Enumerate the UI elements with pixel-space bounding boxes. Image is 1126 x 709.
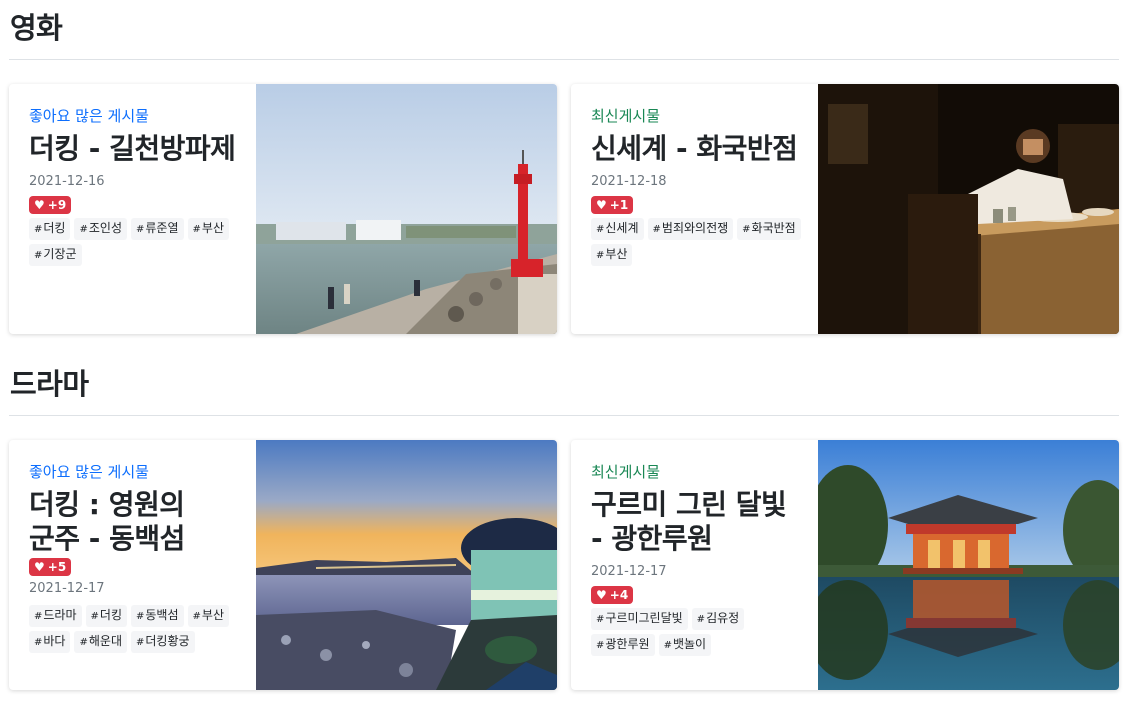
category-label: 좋아요 많은 게시물 xyxy=(29,463,149,481)
heart-icon: ♥ xyxy=(34,560,45,574)
section-title-drama: 드라마 xyxy=(10,367,89,401)
like-count: +9 xyxy=(47,198,67,212)
tag[interactable]: #해운대 xyxy=(74,631,127,653)
hash-icon: # xyxy=(136,637,145,648)
tag[interactable]: #더킹황궁 xyxy=(131,631,195,653)
tag[interactable]: #기장군 xyxy=(29,244,82,266)
category-label: 최신게시물 xyxy=(591,107,661,125)
tag-list: #드라마 #더킹 #동백섬 #부산 #바다 #해운대 #더킹황궁 xyxy=(29,605,244,653)
hash-icon: # xyxy=(652,224,661,235)
tag[interactable]: #부산 xyxy=(187,605,229,627)
tag[interactable]: #더킹 xyxy=(85,605,127,627)
tag[interactable]: #김유정 xyxy=(691,608,745,630)
hash-icon: # xyxy=(596,224,605,235)
tag[interactable]: #구르미그린달빛 xyxy=(591,608,688,630)
post-card[interactable]: 최신게시물 신세계 - 화국반점 2021-12-18 ♥ +1 #신세계 #범… xyxy=(571,84,1119,334)
post-date: 2021-12-18 xyxy=(591,174,667,189)
hash-icon: # xyxy=(90,611,99,622)
tag-list: #구르미그린달빛 #김유정 #광한루원 #뱃놀이 xyxy=(591,608,806,656)
breakwater-lighthouse-photo[interactable] xyxy=(256,84,557,334)
hash-icon: # xyxy=(596,640,605,651)
tag[interactable]: #뱃놀이 xyxy=(658,634,712,656)
post-card[interactable]: 좋아요 많은 게시물 더킹 : 영원의 군주 - 동백섬 ♥ +5 2021-1… xyxy=(9,440,557,690)
category-label: 최신게시물 xyxy=(591,463,661,481)
tag[interactable]: #동백섬 xyxy=(131,605,184,627)
hash-icon: # xyxy=(663,640,672,651)
restaurant-scene-photo[interactable] xyxy=(818,84,1119,334)
like-count: +5 xyxy=(47,560,67,574)
hash-icon: # xyxy=(79,224,88,235)
post-title[interactable]: 구르미 그린 달빛 - 광한루원 xyxy=(591,488,806,556)
tag[interactable]: #더킹 xyxy=(29,218,71,240)
tag[interactable]: #범죄와의전쟁 xyxy=(647,218,734,240)
hash-icon: # xyxy=(596,614,605,625)
hash-icon: # xyxy=(34,611,43,622)
post-title[interactable]: 더킹 - 길천방파제 xyxy=(29,132,244,166)
hash-icon: # xyxy=(34,637,43,648)
hash-icon: # xyxy=(696,614,706,625)
hash-icon: # xyxy=(192,224,201,235)
post-card[interactable]: 최신게시물 구르미 그린 달빛 - 광한루원 2021-12-17 ♥ +4 #… xyxy=(571,440,1119,690)
like-badge: ♥ +5 xyxy=(29,558,72,576)
tag[interactable]: #부산 xyxy=(591,244,633,266)
post-date: 2021-12-17 xyxy=(29,581,105,596)
tag[interactable]: #화국반점 xyxy=(737,218,801,240)
section-divider xyxy=(9,59,1119,60)
tag[interactable]: #부산 xyxy=(187,218,229,240)
hash-icon: # xyxy=(192,611,201,622)
tag-list: #신세계 #범죄와의전쟁 #화국반점 #부산 xyxy=(591,218,806,266)
category-label: 좋아요 많은 게시물 xyxy=(29,107,149,125)
section-divider xyxy=(9,415,1119,416)
tag[interactable]: #류준열 xyxy=(131,218,184,240)
tag[interactable]: #광한루원 xyxy=(591,634,655,656)
hash-icon: # xyxy=(136,611,145,622)
tag[interactable]: #드라마 xyxy=(29,605,82,627)
hash-icon: # xyxy=(596,250,605,261)
hash-icon: # xyxy=(34,224,43,235)
hash-icon: # xyxy=(79,637,88,648)
like-count: +4 xyxy=(609,588,629,602)
tag-list: #더킹 #조인성 #류준열 #부산 #기장군 xyxy=(29,218,244,266)
post-title[interactable]: 더킹 : 영원의 군주 - 동백섬 xyxy=(29,488,244,556)
hash-icon: # xyxy=(136,224,145,235)
pavilion-reflection-photo[interactable] xyxy=(818,440,1119,690)
hash-icon: # xyxy=(742,224,751,235)
dongbaek-island-sunset-photo[interactable] xyxy=(256,440,557,690)
heart-icon: ♥ xyxy=(596,588,607,602)
tag[interactable]: #바다 xyxy=(29,631,71,653)
like-badge: ♥ +4 xyxy=(591,586,634,604)
post-date: 2021-12-16 xyxy=(29,174,105,189)
hash-icon: # xyxy=(34,250,43,261)
post-title[interactable]: 신세계 - 화국반점 xyxy=(591,132,806,166)
like-badge: ♥ +1 xyxy=(591,196,634,214)
heart-icon: ♥ xyxy=(34,198,45,212)
tag[interactable]: #신세계 xyxy=(591,218,644,240)
section-title-movie: 영화 xyxy=(10,11,63,45)
like-badge: ♥ +9 xyxy=(29,196,72,214)
tag[interactable]: #조인성 xyxy=(74,218,127,240)
post-card[interactable]: 좋아요 많은 게시물 더킹 - 길천방파제 2021-12-16 ♥ +9 #더… xyxy=(9,84,557,334)
heart-icon: ♥ xyxy=(596,198,607,212)
post-date: 2021-12-17 xyxy=(591,564,667,579)
like-count: +1 xyxy=(609,198,629,212)
